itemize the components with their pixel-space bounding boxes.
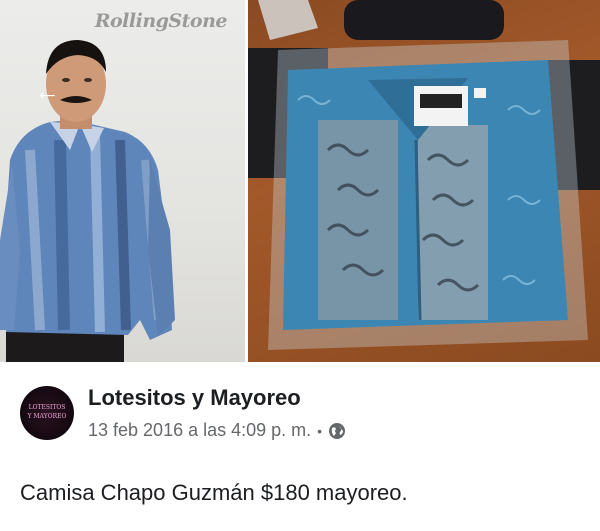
meta-separator: • [317, 422, 323, 439]
post-header: LOTESITOS Y MAYOREO Lotesitos y Mayoreo … [0, 362, 600, 531]
photo-man-in-shirt[interactable]: RollingStone ← [0, 0, 245, 362]
post-timestamp[interactable]: 13 feb 2016 a las 4:09 p. m. [88, 420, 311, 441]
back-arrow-icon[interactable]: ← [34, 78, 60, 104]
post-meta: 13 feb 2016 a las 4:09 p. m. • [88, 420, 346, 441]
man-photo-illustration [0, 40, 175, 362]
rollingstone-watermark: RollingStone [94, 10, 228, 32]
page-avatar[interactable]: LOTESITOS Y MAYOREO [20, 386, 74, 440]
globe-icon[interactable] [328, 422, 346, 440]
avatar-text-line2: Y MAYOREO [27, 413, 67, 420]
photo-packaged-shirt[interactable] [248, 0, 600, 362]
packaged-shirt-illustration [248, 0, 600, 350]
facebook-post: RollingStone ← LOTESITOS Y MAYOREO Lotes… [0, 0, 600, 531]
avatar-text-line1: LOTESITOS [28, 404, 66, 411]
page-name-link[interactable]: Lotesitos y Mayoreo [88, 385, 301, 411]
post-photos[interactable]: RollingStone ← [0, 0, 600, 362]
post-body-text: Camisa Chapo Guzmán $180 mayoreo. [20, 480, 408, 505]
